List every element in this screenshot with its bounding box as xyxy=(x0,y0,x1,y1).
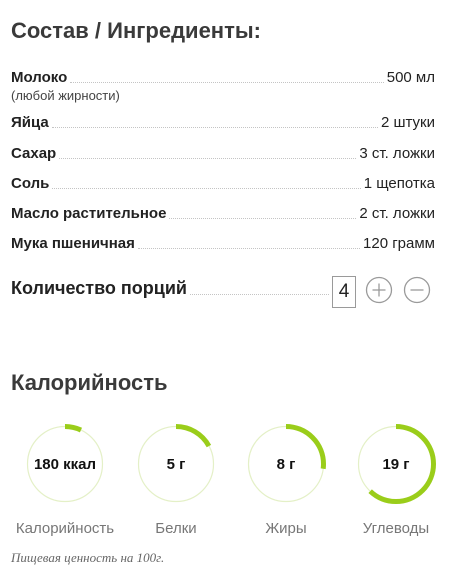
ingredient-amount: 2 штуки xyxy=(380,114,435,131)
ring-label: Углеводы xyxy=(362,520,430,537)
nutrition-ring: 8 г xyxy=(246,424,326,504)
ingredient-name: Сахар xyxy=(11,145,57,162)
ingredient-row: Яйца 2 штуки xyxy=(11,113,435,132)
nutrition-ring: 19 г xyxy=(356,424,436,504)
ingredient-amount: 500 мл xyxy=(386,69,435,86)
minus-circle-icon xyxy=(403,276,431,304)
servings-input[interactable]: 4 xyxy=(332,276,356,308)
servings-row: Количество порций xyxy=(11,277,332,299)
ring-value: 8 г xyxy=(276,455,296,473)
ingredient-name: Масло растительное xyxy=(11,205,167,222)
ring-label: Белки xyxy=(155,520,197,537)
dotted-leader xyxy=(70,81,384,83)
ring-label: Жиры xyxy=(265,520,307,537)
ingredient-row: Молоко 500 мл xyxy=(11,68,435,87)
ingredient-row: Масло растительное 2 ст. ложки xyxy=(11,204,435,223)
ingredient-row: Мука пшеничная 120 грамм xyxy=(11,234,435,253)
dotted-leader xyxy=(51,126,378,128)
dotted-leader xyxy=(169,217,357,219)
plus-circle-icon xyxy=(365,276,393,304)
footnote: Пищевая ценность на 100г. xyxy=(11,550,165,565)
ring-value: 180 ккал xyxy=(33,455,97,473)
ingredient-amount: 2 ст. ложки xyxy=(359,205,435,222)
ingredient-amount: 3 ст. ложки xyxy=(359,145,435,162)
ingredient-note: (любой жирности) xyxy=(11,88,120,103)
increase-servings-button[interactable] xyxy=(365,276,393,304)
nutrition-ring: 5 г xyxy=(136,424,216,504)
ring-value: 5 г xyxy=(166,455,186,473)
decrease-servings-button[interactable] xyxy=(403,276,431,304)
ring-value: 19 г xyxy=(382,455,410,473)
dotted-leader xyxy=(189,293,329,295)
servings-label: Количество порций xyxy=(11,278,187,298)
ingredients-title: Состав / Ингредиенты: xyxy=(11,18,261,43)
dotted-leader xyxy=(52,187,361,189)
nutrition-ring: 180 ккал xyxy=(25,424,105,504)
dotted-leader xyxy=(59,157,357,159)
ring-label: Калорийность xyxy=(15,520,115,537)
dotted-leader xyxy=(137,247,361,249)
ingredient-name: Соль xyxy=(11,175,50,192)
ingredient-name: Мука пшеничная xyxy=(11,235,135,252)
ingredient-name: Яйца xyxy=(11,114,49,131)
ingredient-amount: 120 грамм xyxy=(363,235,435,252)
ingredient-name: Молоко xyxy=(11,69,68,86)
ingredient-row: Соль 1 щепотка xyxy=(11,174,435,193)
ingredient-amount: 1 щепотка xyxy=(363,175,435,192)
ingredient-row: Сахар 3 ст. ложки xyxy=(11,144,435,163)
nutrition-title: Калорийность xyxy=(11,370,168,395)
